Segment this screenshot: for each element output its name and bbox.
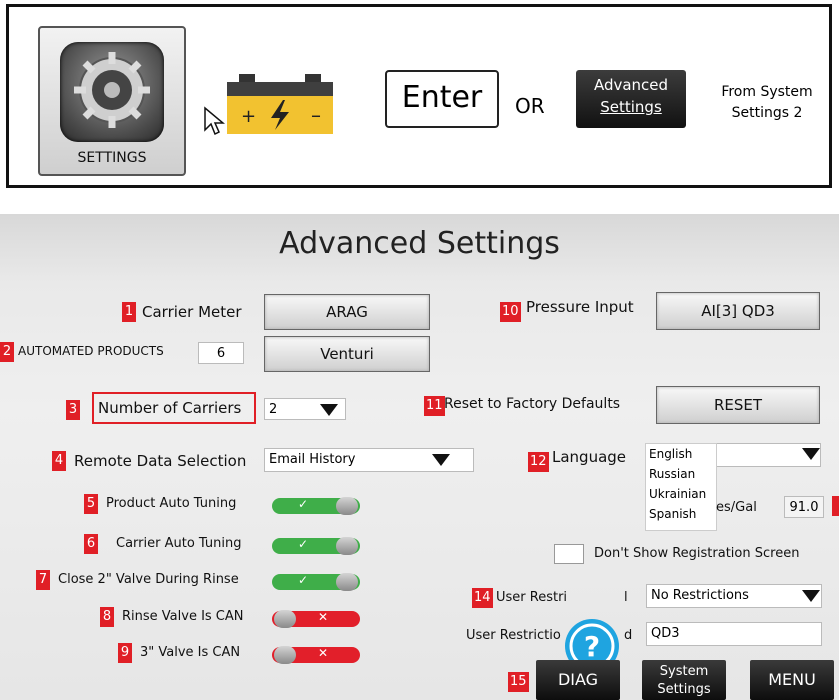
callout-9: 9 [118,643,132,663]
automated-products-label: AUTOMATED PRODUCTS [18,344,164,358]
callout-14: 14 [472,588,493,608]
check-icon: ✓ [298,497,309,511]
chevron-down-icon[interactable] [320,404,338,416]
system-settings-line1: System [659,664,709,679]
close-valve-toggle[interactable]: ✓ [272,573,360,591]
chevron-down-icon[interactable] [802,590,820,602]
x-icon: ✕ [318,646,329,660]
pressure-input-label: Pressure Input [526,298,634,316]
settings-tile-label: SETTINGS [77,150,147,166]
callout-7: 7 [36,570,50,590]
check-icon: ✓ [298,573,309,587]
diag-button[interactable]: DIAG [536,660,620,700]
system-settings-line2: Settings [657,682,711,697]
advanced-settings-button[interactable]: Advanced Settings [576,70,686,128]
remote-data-label: Remote Data Selection [74,452,247,470]
product-auto-tuning-toggle[interactable]: ✓ [272,497,360,515]
advanced-settings-line2: Settings [600,98,662,116]
carrier-auto-tuning-toggle[interactable]: ✓ [272,537,360,555]
svg-text:?: ? [584,630,600,663]
close-valve-label: Close 2" Valve During Rinse [58,572,239,587]
settings-app-tile[interactable]: SETTINGS [38,26,186,176]
callout-15: 15 [508,672,529,692]
callout-3: 3 [66,400,80,420]
language-option[interactable]: English [646,444,716,464]
callout-13-partial [832,496,839,516]
callout-8: 8 [100,607,114,627]
user-restriction-password-field[interactable]: QD3 [646,622,822,646]
user-restriction-level-select[interactable]: No Restrictions [646,584,822,608]
svg-text:+: + [241,106,256,127]
callout-12: 12 [528,452,549,472]
gal-label: es/Gal [716,500,757,515]
registration-label: Don't Show Registration Screen [594,546,800,561]
x-icon: ✕ [318,610,329,624]
language-option[interactable]: Ukrainian [646,484,716,504]
reset-button[interactable]: RESET [656,386,820,424]
toggle-knob [274,610,296,628]
enter-key-button[interactable]: Enter [385,70,499,128]
check-icon: ✓ [298,537,309,551]
language-option[interactable]: Russian [646,464,716,484]
page-title: Advanced Settings [279,226,560,261]
from-system-line1: From System [721,84,813,100]
language-label: Language [552,448,627,466]
settings-gear-icon [60,42,164,142]
pressure-input-button[interactable]: AI[3] QD3 [656,292,820,330]
registration-checkbox[interactable] [554,544,584,564]
valve3-label: 3" Valve Is CAN [140,645,241,660]
from-system-line2: Settings 2 [731,105,803,121]
number-of-carriers-label: Number of Carriers [92,392,256,424]
cursor-arrow-icon [203,106,226,140]
callout-11: 11 [424,396,445,416]
rinse-valve-toggle[interactable]: ✕ [272,610,360,628]
user-restriction-password-label: User Restrictio [466,628,561,643]
automated-products-count[interactable]: 6 [198,342,244,364]
user-restriction-level-label: User Restri [496,590,568,605]
carrier-meter-label: Carrier Meter [142,303,242,321]
toggle-knob [274,646,296,664]
rinse-valve-label: Rinse Valve Is CAN [122,609,244,624]
carrier-auto-tuning-label: Carrier Auto Tuning [116,536,242,551]
toggle-knob [336,497,358,515]
user-restriction-level-label-tail: l [624,590,628,605]
gal-value-field[interactable]: 91.0 [784,496,824,518]
venturi-button[interactable]: Venturi [264,336,430,372]
battery-icon[interactable]: + – [225,72,335,136]
callout-4: 4 [52,451,66,471]
reset-factory-label: Reset to Factory Defaults [444,396,621,412]
language-dropdown-list: English Russian Ukrainian Spanish [645,443,717,531]
product-auto-tuning-label: Product Auto Tuning [106,496,237,511]
svg-text:–: – [311,103,321,127]
or-label: OR [515,94,545,118]
from-system-settings-note: From System Settings 2 [712,82,822,124]
callout-10: 10 [500,302,521,322]
chevron-down-icon[interactable] [802,448,820,460]
valve3-toggle[interactable]: ✕ [272,646,360,664]
language-option[interactable]: Spanish [646,504,716,524]
toggle-knob [336,537,358,555]
callout-1: 1 [122,302,136,322]
chevron-down-icon[interactable] [432,454,450,466]
user-restriction-password-label-tail: d [624,628,633,643]
system-settings-button[interactable]: System Settings [642,660,726,700]
advanced-settings-line1: Advanced [593,76,669,94]
carrier-meter-button[interactable]: ARAG [264,294,430,330]
callout-2: 2 [0,342,14,362]
callout-5: 5 [84,494,98,514]
menu-button[interactable]: MENU [750,660,834,700]
toggle-knob [336,573,358,591]
callout-6: 6 [84,534,98,554]
